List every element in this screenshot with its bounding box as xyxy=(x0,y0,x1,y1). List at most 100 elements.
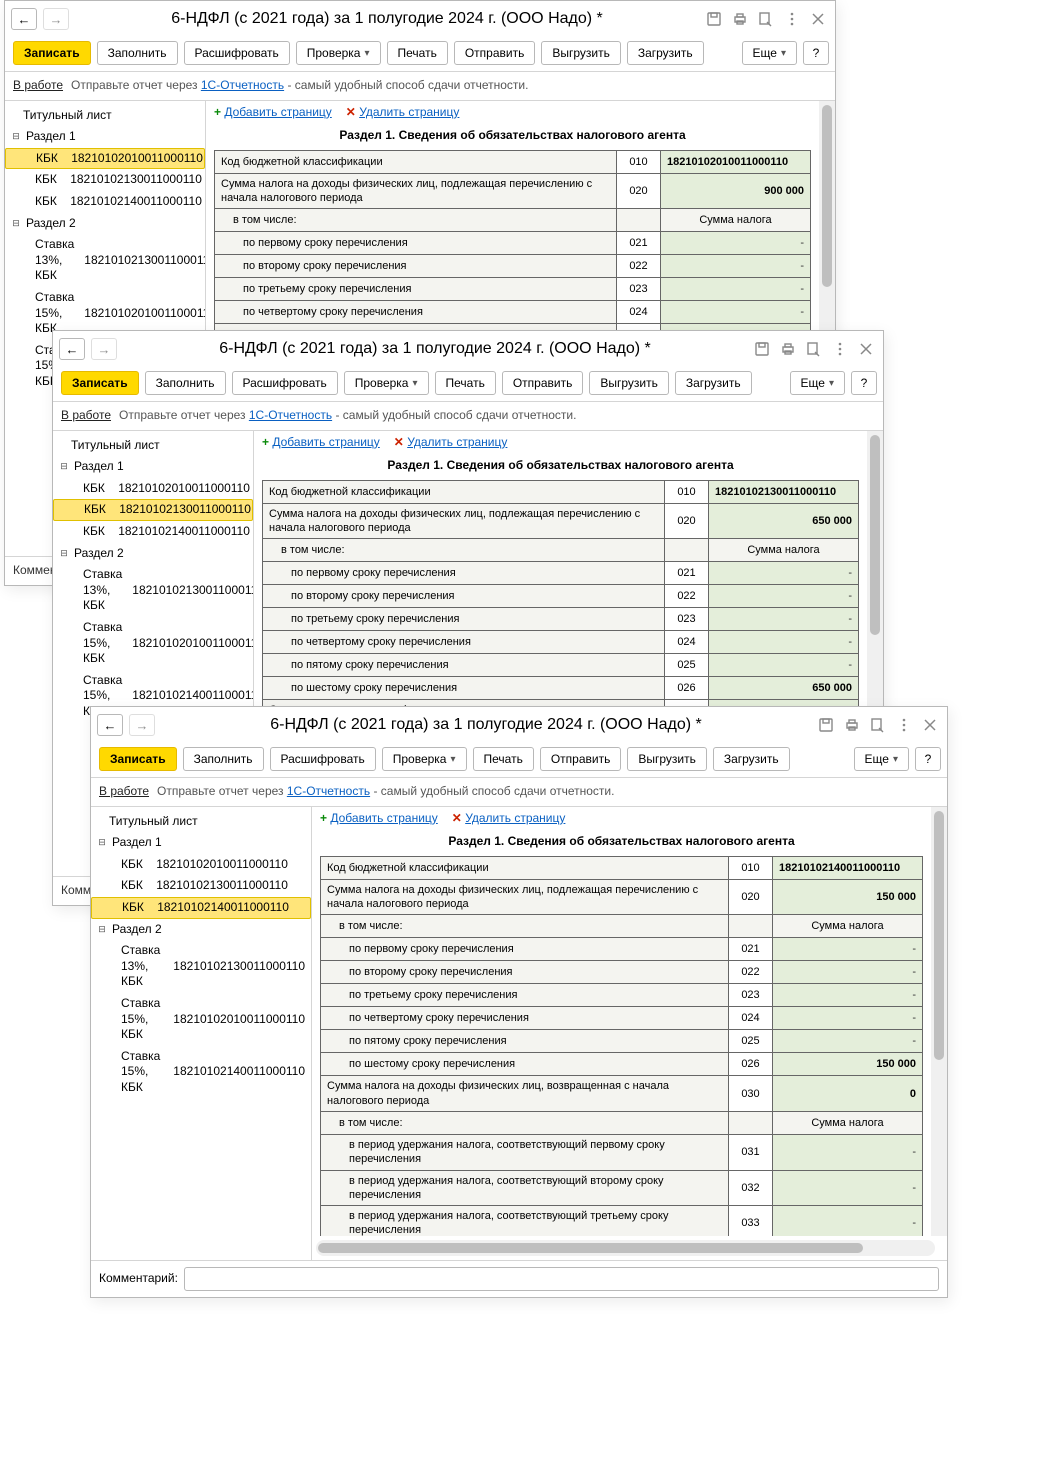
write-button[interactable]: Записать xyxy=(99,747,177,771)
send-button[interactable]: Отправить xyxy=(540,747,622,771)
horizontal-scrollbar[interactable] xyxy=(316,1240,935,1256)
reporting-link[interactable]: 1С-Отчетность xyxy=(249,408,332,422)
cell[interactable]: - xyxy=(661,255,811,278)
fill-button[interactable]: Заполнить xyxy=(97,41,178,65)
save-icon[interactable] xyxy=(817,716,835,734)
collapse-icon[interactable]: ⊟ xyxy=(11,132,21,142)
sidebar-section2[interactable]: ⊟Раздел 2 xyxy=(53,543,253,565)
cell[interactable]: - xyxy=(773,1134,923,1170)
more-button[interactable]: Еще▾ xyxy=(854,747,909,771)
print-button[interactable]: Печать xyxy=(473,747,534,771)
sidebar-kbk-a[interactable]: КБК 18210102010011000110 xyxy=(5,148,205,170)
sidebar-section1[interactable]: ⊟Раздел 1 xyxy=(91,832,311,854)
kbk-value[interactable]: 18210102130011000110 xyxy=(709,480,859,503)
export-button[interactable]: Выгрузить xyxy=(589,371,669,395)
cell[interactable]: - xyxy=(709,608,859,631)
cell[interactable]: - xyxy=(661,301,811,324)
sidebar-rate13[interactable]: Ставка 13%, КБК18210102130011000110 xyxy=(53,564,253,617)
check-button[interactable]: Проверка▾ xyxy=(344,371,429,395)
comment-input[interactable] xyxy=(184,1267,939,1291)
sidebar-kbk-c[interactable]: КБК 18210102140011000110 xyxy=(5,191,205,213)
fill-button[interactable]: Заполнить xyxy=(183,747,264,771)
help-button[interactable]: ? xyxy=(851,371,877,395)
sidebar-section2[interactable]: ⊟Раздел 2 xyxy=(91,919,311,941)
nav-forward-button[interactable]: → xyxy=(91,338,117,360)
cell[interactable]: - xyxy=(773,984,923,1007)
sidebar-title-page[interactable]: Титульный лист xyxy=(5,105,205,127)
save-icon[interactable] xyxy=(705,10,723,28)
print-icon[interactable] xyxy=(731,10,749,28)
cell[interactable]: - xyxy=(709,562,859,585)
add-page-link[interactable]: Добавить страницу xyxy=(330,811,437,825)
check-button[interactable]: Проверка▾ xyxy=(382,747,467,771)
cell[interactable]: - xyxy=(773,1030,923,1053)
import-button[interactable]: Загрузить xyxy=(627,41,704,65)
nav-forward-button[interactable]: → xyxy=(43,8,69,30)
sidebar-section1[interactable]: ⊟Раздел 1 xyxy=(5,126,205,148)
cell[interactable]: - xyxy=(661,278,811,301)
collapse-icon[interactable]: ⊟ xyxy=(97,838,107,848)
sidebar-kbk-a[interactable]: КБК 18210102010011000110 xyxy=(91,854,311,876)
reporting-link[interactable]: 1С-Отчетность xyxy=(287,784,370,798)
preview-icon[interactable] xyxy=(805,340,823,358)
sidebar-kbk-a[interactable]: КБК 18210102010011000110 xyxy=(53,478,253,500)
kbk-value[interactable]: 18210102140011000110 xyxy=(773,856,923,879)
delete-page-link[interactable]: Удалить страницу xyxy=(359,105,459,119)
decrypt-button[interactable]: Расшифровать xyxy=(184,41,290,65)
import-button[interactable]: Загрузить xyxy=(675,371,752,395)
add-page-link[interactable]: Добавить страницу xyxy=(224,105,331,119)
srok6-value[interactable]: 650 000 xyxy=(709,677,859,700)
export-button[interactable]: Выгрузить xyxy=(541,41,621,65)
more-button[interactable]: Еще▾ xyxy=(790,371,845,395)
sum-total-value[interactable]: 900 000 xyxy=(661,173,811,209)
preview-icon[interactable] xyxy=(757,10,775,28)
reporting-link[interactable]: 1С-Отчетность xyxy=(201,78,284,92)
sidebar-rate15-a[interactable]: Ставка 15%, КБК18210102010011000110 xyxy=(53,617,253,670)
sidebar-kbk-c[interactable]: КБК 18210102140011000110 xyxy=(53,521,253,543)
help-button[interactable]: ? xyxy=(803,41,829,65)
cell[interactable]: - xyxy=(773,1007,923,1030)
close-icon[interactable] xyxy=(809,10,827,28)
write-button[interactable]: Записать xyxy=(61,371,139,395)
write-button[interactable]: Записать xyxy=(13,41,91,65)
close-icon[interactable] xyxy=(921,716,939,734)
report-status[interactable]: В работе xyxy=(13,78,63,94)
sum-total-value[interactable]: 650 000 xyxy=(709,503,859,539)
cell[interactable]: - xyxy=(773,961,923,984)
print-button[interactable]: Печать xyxy=(435,371,496,395)
print-button[interactable]: Печать xyxy=(387,41,448,65)
sidebar-rate13[interactable]: Ставка 13%, КБК18210102130011000110 xyxy=(5,234,205,287)
nav-back-button[interactable]: ← xyxy=(59,338,85,360)
sidebar-title-page[interactable]: Титульный лист xyxy=(53,435,253,457)
cell[interactable]: - xyxy=(773,1170,923,1206)
vertical-scrollbar[interactable] xyxy=(931,807,947,1236)
export-button[interactable]: Выгрузить xyxy=(627,747,707,771)
save-icon[interactable] xyxy=(753,340,771,358)
cell[interactable]: - xyxy=(661,232,811,255)
cell[interactable]: - xyxy=(709,654,859,677)
sidebar-title-page[interactable]: Титульный лист xyxy=(91,811,311,833)
cell[interactable]: - xyxy=(773,1206,923,1236)
sidebar-kbk-b[interactable]: КБК 18210102130011000110 xyxy=(5,169,205,191)
check-button[interactable]: Проверка▾ xyxy=(296,41,381,65)
srok6-value[interactable]: 150 000 xyxy=(773,1053,923,1076)
delete-page-link[interactable]: Удалить страницу xyxy=(407,435,507,449)
kebab-menu-icon[interactable] xyxy=(831,340,849,358)
send-button[interactable]: Отправить xyxy=(502,371,584,395)
collapse-icon[interactable]: ⊟ xyxy=(59,548,69,558)
more-button[interactable]: Еще▾ xyxy=(742,41,797,65)
decrypt-button[interactable]: Расшифровать xyxy=(270,747,376,771)
sidebar-rate15-a[interactable]: Ставка 15%, КБК18210102010011000110 xyxy=(91,993,311,1046)
nav-back-button[interactable]: ← xyxy=(97,714,123,736)
sum-total-value[interactable]: 150 000 xyxy=(773,879,923,915)
close-icon[interactable] xyxy=(857,340,875,358)
report-status[interactable]: В работе xyxy=(99,784,149,800)
sidebar-kbk-b[interactable]: КБК 18210102130011000110 xyxy=(91,875,311,897)
print-icon[interactable] xyxy=(779,340,797,358)
decrypt-button[interactable]: Расшифровать xyxy=(232,371,338,395)
sidebar-kbk-c[interactable]: КБК 18210102140011000110 xyxy=(91,897,311,919)
print-icon[interactable] xyxy=(843,716,861,734)
help-button[interactable]: ? xyxy=(915,747,941,771)
import-button[interactable]: Загрузить xyxy=(713,747,790,771)
nav-back-button[interactable]: ← xyxy=(11,8,37,30)
